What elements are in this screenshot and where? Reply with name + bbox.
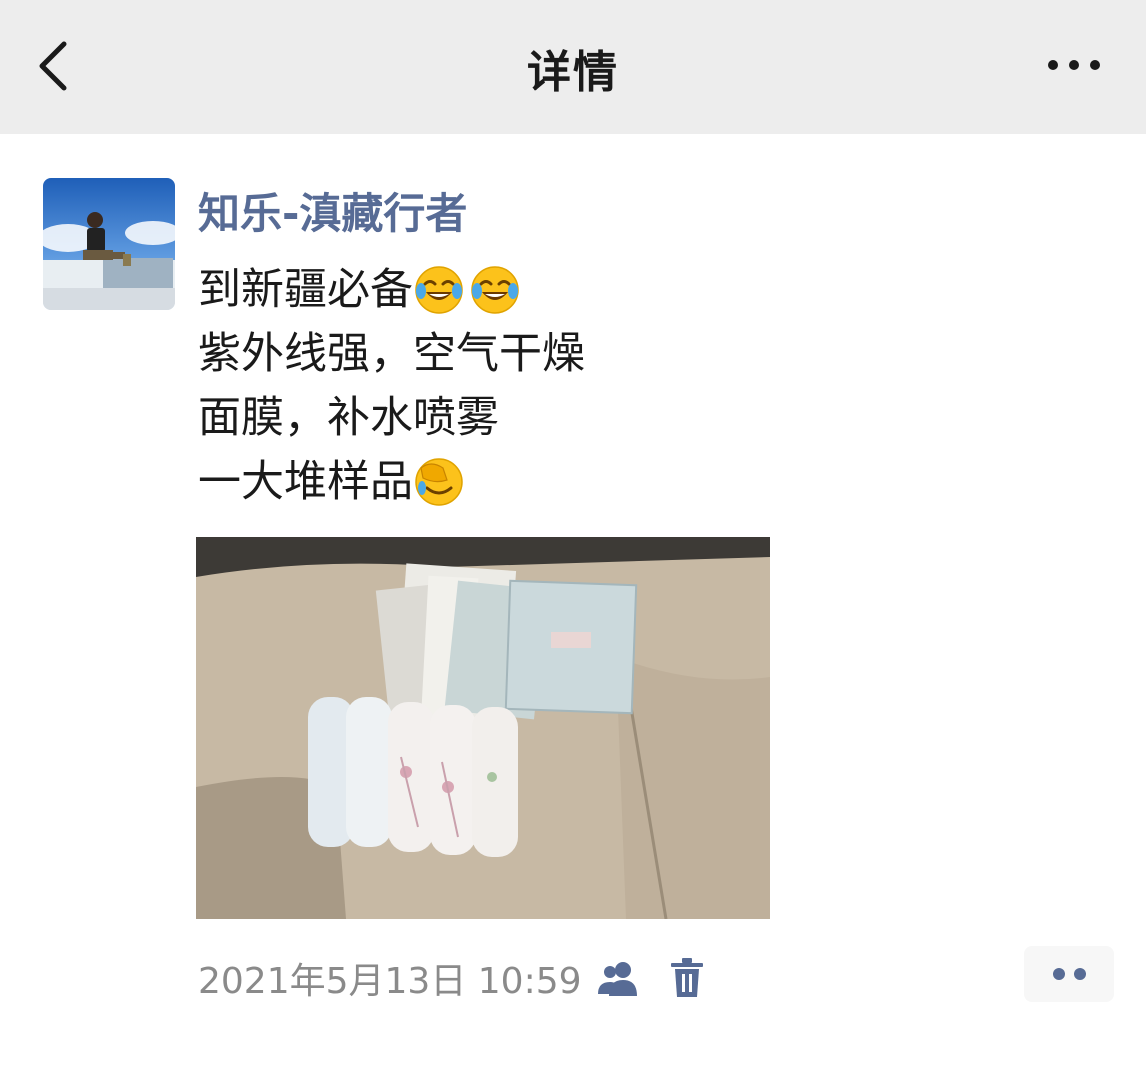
- post-line: 到新疆必备: [198, 258, 585, 322]
- ellipsis-icon: [1048, 60, 1100, 70]
- timestamp: 2021年5月13日 10:59: [198, 961, 582, 1002]
- page-title: 详情: [527, 47, 619, 98]
- navigation-bar: 详情: [0, 0, 1146, 134]
- author-name[interactable]: 知乐-滇藏行者: [198, 180, 467, 241]
- tears-of-joy-icon: [415, 266, 463, 314]
- more-button[interactable]: [1046, 54, 1102, 76]
- post-photo[interactable]: [196, 537, 770, 919]
- two-dots-icon: [1053, 968, 1086, 980]
- tears-of-joy-icon: [471, 266, 519, 314]
- post-line-text: 面膜，补水喷雾: [198, 393, 499, 443]
- post-line-text: 紫外线强，空气干燥: [198, 329, 585, 379]
- post-content: 到新疆必备 紫外线强，空气干燥 面膜，补水喷雾 一大堆样品: [198, 258, 585, 514]
- trash-icon[interactable]: [668, 957, 706, 999]
- post-line: 紫外线强，空气干燥: [198, 322, 585, 386]
- facepalm-icon: [415, 458, 463, 506]
- post-meta: 2021年5月13日 10:59: [198, 952, 706, 1004]
- avatar[interactable]: [43, 178, 175, 310]
- post-line: 一大堆样品: [198, 450, 585, 514]
- like-comment-button[interactable]: [1024, 946, 1114, 1002]
- friends-icon[interactable]: [596, 958, 642, 998]
- post-line-text: 到新疆必备: [198, 265, 413, 315]
- post-line: 面膜，补水喷雾: [198, 386, 585, 450]
- post-line-text: 一大堆样品: [198, 457, 413, 507]
